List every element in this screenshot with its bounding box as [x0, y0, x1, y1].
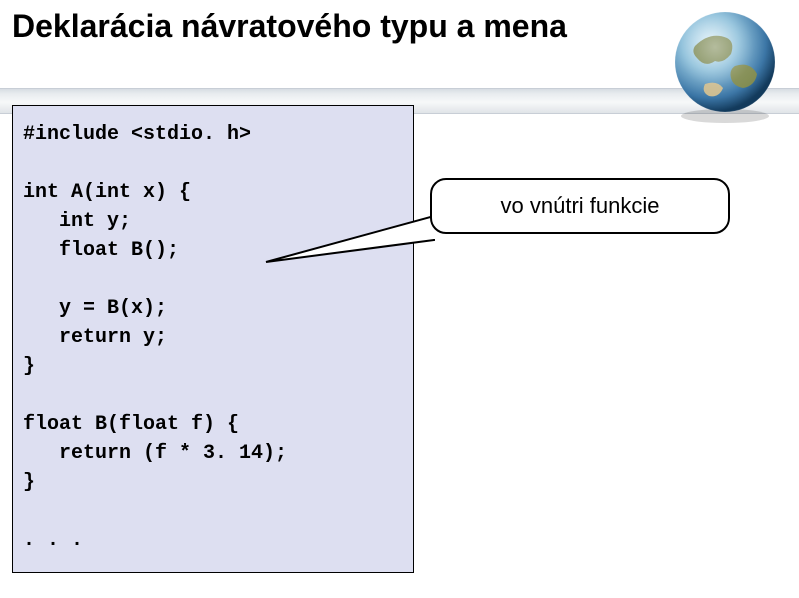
- callout-text: vo vnútri funkcie: [501, 193, 660, 219]
- callout-pointer-icon: [262, 212, 442, 272]
- callout-bubble: vo vnútri funkcie: [430, 178, 730, 234]
- earth-globe-icon: [665, 6, 785, 126]
- code-block: #include <stdio. h> int A(int x) { int y…: [12, 105, 414, 573]
- slide-title: Deklarácia návratového typu a mena: [0, 0, 620, 49]
